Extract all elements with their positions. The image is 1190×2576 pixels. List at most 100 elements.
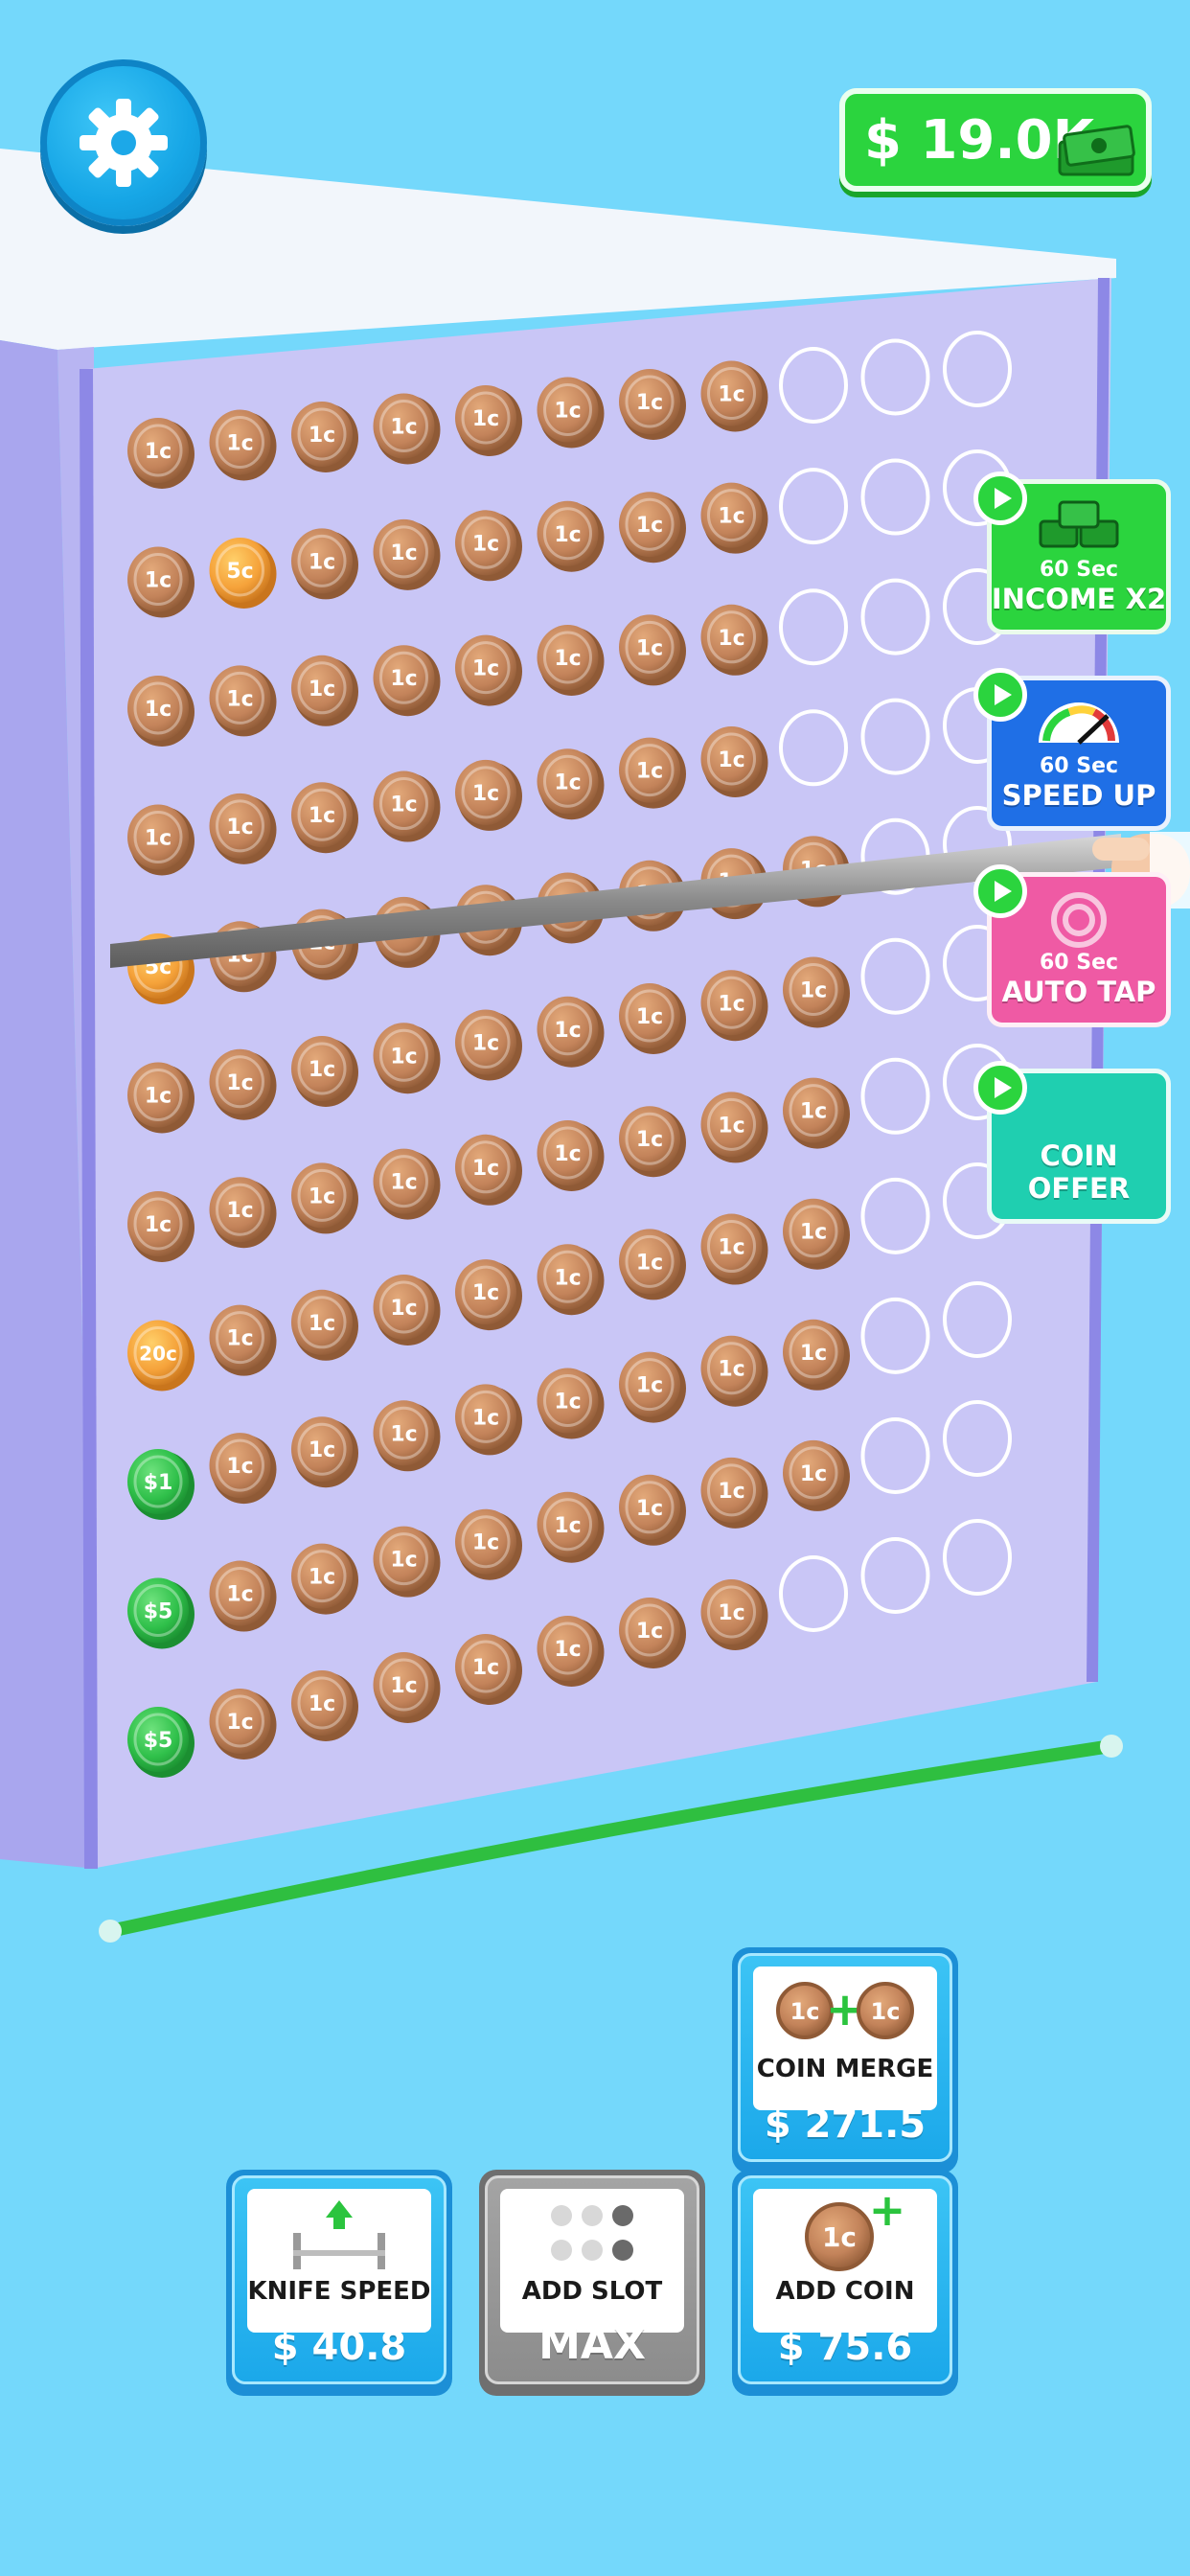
coin-label: 1c xyxy=(800,1342,827,1366)
game-scene: 1c 1c 1c 1c 1c 1c 1c 1c 1c 5c 1c 1c 1c 1c 1c 1c 1c 1c 1c 1c… xyxy=(0,0,1190,2576)
coin-label: 1c xyxy=(309,678,335,702)
coin-label: 1c xyxy=(554,770,581,794)
coin-label: 1c xyxy=(309,1566,335,1590)
add-coin-button[interactable]: 1c + ADD COIN $ 75.6 xyxy=(732,2170,958,2396)
coin-label: 1c xyxy=(636,636,663,660)
rope-end-right xyxy=(1100,1735,1123,1758)
coin-label: 1c xyxy=(800,1462,827,1486)
coin-label: 1c xyxy=(472,1157,499,1181)
coin-label: 1c xyxy=(871,1998,901,2025)
coin-label: 1c xyxy=(390,541,417,565)
coin-label: 1c xyxy=(636,1497,663,1521)
coin-label: 1c xyxy=(390,1674,417,1698)
coin-label: 1c xyxy=(226,1327,253,1351)
coin-label: 1c xyxy=(554,523,581,547)
coin-label: 1c xyxy=(390,1045,417,1069)
coin-label: 1c xyxy=(472,1406,499,1430)
money-display: $ 19.0K xyxy=(839,88,1152,192)
coin-label: 1c xyxy=(226,1711,253,1735)
gear-icon xyxy=(80,99,168,187)
coin-label: 1c xyxy=(390,1171,417,1195)
coin-label: 1c xyxy=(718,383,744,407)
coin-label: 1c xyxy=(636,1251,663,1275)
coin-label: 1c xyxy=(472,1531,499,1555)
coin-label: 1c xyxy=(636,1005,663,1029)
coin-label: 1c xyxy=(800,1100,827,1124)
boost-label: INCOME X2 xyxy=(991,583,1167,615)
play-video-icon xyxy=(973,668,1027,722)
coin-label: 1c xyxy=(309,424,335,448)
coin-label: 1c xyxy=(472,407,499,431)
coin-label: 1c xyxy=(309,1438,335,1462)
coin-label: 1c xyxy=(554,1514,581,1538)
coin-label: 1c xyxy=(636,514,663,538)
speedometer-icon xyxy=(1039,702,1119,745)
coin-merge-icon: 1c + 1c xyxy=(776,1982,914,2039)
coin-label: 1c xyxy=(309,1058,335,1082)
coin-label: 1c xyxy=(554,1142,581,1166)
coin-label: 1c xyxy=(390,1422,417,1446)
coin-label: 1c xyxy=(226,687,253,711)
coin-label: 20c xyxy=(139,1343,177,1366)
coin-label: 1c xyxy=(472,782,499,806)
coin-label: $5 xyxy=(144,1729,173,1753)
rope-end-left xyxy=(99,1920,122,1943)
coin-label: 1c xyxy=(472,1656,499,1680)
coin-label: 1c xyxy=(718,1236,744,1260)
coin-label: 1c xyxy=(226,432,253,456)
coin-label: 1c xyxy=(554,1266,581,1290)
knife-speed-button[interactable]: KNIFE SPEED $ 40.8 xyxy=(226,2170,452,2396)
coin-label: 5c xyxy=(226,560,253,584)
coin-label: 1c xyxy=(472,1281,499,1305)
add-coin-price: $ 75.6 xyxy=(777,2325,913,2369)
coin-label: 1c xyxy=(309,550,335,574)
coin-merge-label: COIN MERGE xyxy=(756,2055,934,2083)
add-coin-icon: 1c + xyxy=(805,2191,904,2271)
income-x2-boost[interactable]: 60 Sec INCOME X2 xyxy=(973,472,1171,634)
add-slot-label: ADD SLOT xyxy=(521,2277,663,2306)
coin-offer-boost[interactable]: COIN OFFER xyxy=(973,1061,1171,1224)
auto-tap-boost[interactable]: 60 Sec AUTO TAP xyxy=(973,864,1171,1027)
coin-label: 1c xyxy=(309,1692,335,1716)
coin-label: 1c xyxy=(390,1297,417,1321)
coin-label: 1c xyxy=(636,391,663,415)
coin-label: 1c xyxy=(718,1480,744,1504)
coin-label: 1c xyxy=(145,440,172,464)
coin-label: 1c xyxy=(145,698,172,722)
add-coin-label: ADD COIN xyxy=(775,2277,915,2306)
coin-merge-button[interactable]: 1c + 1c COIN MERGE $ 271.5 xyxy=(732,1947,958,2174)
coin-label: 1c xyxy=(718,505,744,529)
coin-label: 1c xyxy=(472,657,499,681)
coin-label: 1c xyxy=(226,1455,253,1479)
coin-label: 1c xyxy=(718,992,744,1016)
coin-label: 1c xyxy=(145,1085,172,1109)
boost-label: SPEED UP xyxy=(1001,779,1156,812)
plus-icon: + xyxy=(869,2191,904,2236)
coin-label: 1c xyxy=(636,1620,663,1644)
coin-label: 1c xyxy=(636,760,663,784)
slot-grid-icon xyxy=(551,2205,633,2261)
coin-label: 1c xyxy=(554,647,581,671)
coin-label: 1c xyxy=(226,1071,253,1095)
settings-button[interactable] xyxy=(40,59,207,226)
coin-label: 1c xyxy=(554,1638,581,1662)
coin-label: 1c xyxy=(309,1312,335,1336)
knife-speed-icon xyxy=(293,2200,385,2269)
coin-label: 1c xyxy=(472,532,499,556)
coin-label: 1c xyxy=(390,416,417,440)
coin-label: 1c xyxy=(390,1549,417,1573)
coin-label: 1c xyxy=(390,667,417,691)
speed-up-boost[interactable]: 60 Sec SPEED UP xyxy=(973,668,1171,831)
boost-label: AUTO TAP xyxy=(1001,976,1156,1008)
add-slot-button[interactable]: ADD SLOT MAX xyxy=(479,2170,705,2396)
coin-label: 1c xyxy=(145,827,172,851)
boost-timer: 60 Sec xyxy=(1039,558,1119,582)
boost-timer: 60 Sec xyxy=(1039,754,1119,778)
coin-label: 1c xyxy=(718,1358,744,1382)
coin-label: 1c xyxy=(309,804,335,828)
coin-label: 1c xyxy=(718,1601,744,1625)
coin-label: 1c xyxy=(226,1199,253,1223)
coin-label: 1c xyxy=(718,627,744,651)
coin-label: 1c xyxy=(226,1583,253,1607)
coin-label: 1c xyxy=(554,1391,581,1414)
